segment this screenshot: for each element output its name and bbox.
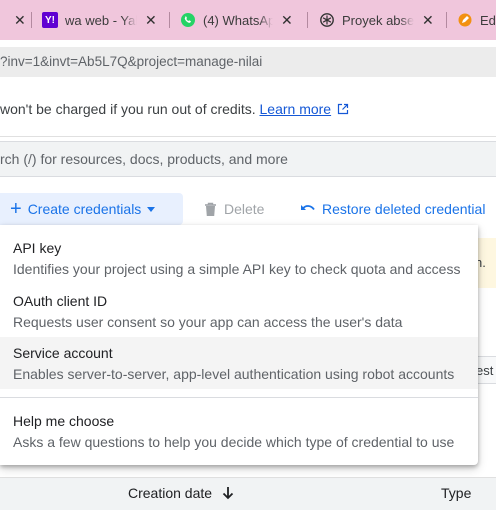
create-credentials-label: Create credentials [27, 201, 142, 217]
arrow-down-icon [222, 487, 234, 500]
menu-item-help-me-choose[interactable]: Help me choose Asks a few questions to h… [0, 398, 478, 465]
delete-button[interactable]: Delete [204, 193, 264, 225]
menu-item-api-key[interactable]: API key Identifies your project using a … [0, 225, 478, 281]
tab-close-icon[interactable]: ✕ [281, 12, 293, 29]
delete-label: Delete [224, 201, 265, 217]
openai-icon [319, 12, 335, 28]
learn-more-link[interactable]: Learn more [260, 101, 332, 117]
browser-tab-whatsapp[interactable]: (4) WhatsApp ✕ [180, 6, 293, 34]
column-header-creation-date[interactable]: Creation date [128, 485, 234, 501]
menu-item-description: Asks a few questions to help you decide … [13, 434, 455, 450]
menu-item-service-account[interactable]: Service account Enables server-to-server… [0, 337, 478, 389]
restore-label: Restore deleted credential [322, 201, 486, 217]
tab-close-icon[interactable]: ✕ [422, 12, 434, 29]
tab-separator [446, 12, 447, 28]
menu-item-description: Identifies your project using a simple A… [13, 261, 461, 277]
menu-item-title: API key [13, 240, 62, 256]
address-bar[interactable]: ?inv=1&invt=Ab5L7Q&project=manage-nilai [0, 47, 496, 77]
menu-item-description: Requests user consent so your app can ac… [13, 314, 403, 330]
browser-tab-edit[interactable]: Edi [457, 6, 496, 34]
external-link-icon [337, 103, 349, 115]
search-bar [0, 141, 496, 177]
tab-separator [307, 12, 308, 28]
tab-separator [169, 12, 170, 28]
column-header-type[interactable]: Type [441, 485, 471, 501]
menu-item-oauth-client-id[interactable]: OAuth client ID Requests user consent so… [0, 281, 478, 337]
search-input[interactable] [0, 142, 496, 176]
menu-item-title: Help me choose [13, 413, 115, 429]
create-credentials-button[interactable]: + Create credentials [0, 193, 183, 225]
restore-deleted-credentials-button[interactable]: Restore deleted credential [300, 193, 485, 225]
caret-down-icon [147, 206, 156, 212]
undo-icon [301, 205, 315, 211]
tab-separator [31, 12, 32, 28]
menu-item-description: Enables server-to-server, app-level auth… [13, 366, 455, 382]
learn-more-label: Learn more [259, 101, 332, 117]
address-url: ?inv=1&invt=Ab5L7Q&project=manage-nilai [0, 54, 263, 69]
credentials-toolbar: + Create credentials Delete Restore dele… [0, 192, 496, 228]
plus-icon: + [10, 198, 22, 220]
tab-close-icon[interactable]: ✕ [145, 12, 157, 29]
browser-tab-strip: ✕ Y! wa web - Yal ✕ (4) WhatsApp ✕ Proye… [0, 0, 496, 40]
tab-close-icon[interactable]: ✕ [14, 12, 26, 29]
creation-date-label: Creation date [128, 485, 213, 501]
create-credentials-menu: API key Identifies your project using a … [0, 225, 478, 465]
trash-icon [205, 202, 216, 216]
browser-tab-yahoo[interactable]: Y! wa web - Yal ✕ [42, 6, 157, 34]
yahoo-icon: Y! [42, 12, 58, 28]
address-bar-area: ?inv=1&invt=Ab5L7Q&project=manage-nilai [0, 40, 496, 86]
menu-item-title: Service account [13, 345, 113, 361]
menu-item-title: OAuth client ID [13, 293, 108, 309]
edit-icon [457, 12, 473, 28]
tab-title: Edi [480, 12, 496, 28]
browser-tab-openai[interactable]: Proyek absen ✕ [319, 6, 434, 34]
whatsapp-icon [180, 12, 196, 28]
billing-notice: won't be charged if you run out of credi… [0, 86, 496, 137]
table-header: Creation date Type [0, 477, 496, 510]
notice-text: won't be charged if you run out of credi… [0, 101, 260, 117]
browser-tab-0[interactable]: ✕ [6, 6, 26, 34]
